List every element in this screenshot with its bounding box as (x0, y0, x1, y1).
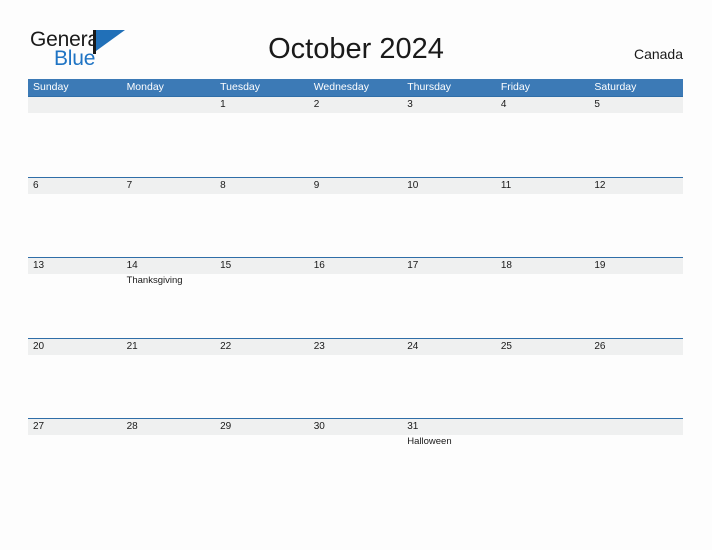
day-cell[interactable]: 5 (589, 96, 683, 177)
day-cell[interactable] (122, 96, 216, 177)
weekday-header-friday: Friday (500, 81, 530, 93)
week-row: 1 2 3 4 5 (28, 96, 683, 177)
day-number: 9 (313, 179, 320, 191)
day-cell[interactable]: 3 (402, 96, 496, 177)
weekday-header-monday: Monday (126, 81, 164, 93)
day-number: 8 (220, 179, 226, 191)
day-number: 21 (126, 340, 138, 352)
day-number: 16 (313, 260, 325, 271)
day-number: 7 (126, 179, 133, 191)
day-event: Thanksgiving (126, 275, 183, 286)
day-cell[interactable]: 21 (122, 338, 216, 419)
day-number: 5 (594, 99, 600, 110)
day-number: 26 (594, 340, 606, 352)
day-number: 25 (500, 340, 512, 352)
day-number: 14 (126, 260, 138, 271)
week-row: 13 14 Thanksgiving 15 16 17 18 19 (28, 257, 683, 338)
day-cell[interactable]: 23 (309, 338, 403, 419)
weekday-header-thursday: Thursday (407, 81, 452, 93)
day-cell[interactable] (496, 418, 590, 499)
day-cell[interactable]: 31 Halloween (402, 418, 496, 499)
day-cell[interactable] (589, 418, 683, 499)
weekday-header-wednesday: Wednesday (313, 81, 369, 93)
day-event: Halloween (407, 436, 452, 447)
day-cell[interactable]: 12 (589, 177, 683, 258)
day-number: 12 (594, 179, 606, 191)
day-cell[interactable]: 26 (589, 338, 683, 419)
day-number: 31 (407, 421, 419, 432)
weekday-header-sunday: Sunday (33, 81, 69, 93)
day-cell[interactable]: 18 (496, 257, 590, 338)
week-row: 6 7 8 9 10 11 12 (28, 176, 683, 258)
day-cell[interactable]: 25 (496, 338, 590, 419)
week-row: 27 28 29 30 31 Halloween (28, 418, 683, 499)
day-number: 24 (407, 340, 419, 352)
day-cell[interactable]: 30 (309, 418, 403, 499)
day-cell[interactable]: 15 (215, 257, 309, 338)
day-cell[interactable]: 14 Thanksgiving (122, 257, 216, 338)
day-cell[interactable]: 20 (28, 338, 122, 419)
day-number: 10 (407, 179, 419, 191)
day-cell[interactable] (28, 96, 122, 177)
day-cell[interactable]: 10 (402, 177, 496, 258)
day-number: 20 (33, 340, 45, 352)
day-cell[interactable]: 11 (496, 177, 590, 258)
day-number: 30 (313, 421, 325, 432)
day-cell[interactable]: 19 (589, 257, 683, 338)
day-number: 23 (313, 340, 325, 352)
day-cell[interactable]: 8 (215, 177, 309, 258)
page-header: General Blue October 2024 Canada (0, 0, 712, 78)
day-cell[interactable]: 6 (28, 177, 122, 258)
day-cell[interactable]: 2 (309, 96, 403, 177)
day-cell[interactable]: 17 (402, 257, 496, 338)
day-cell[interactable]: 22 (215, 338, 309, 419)
page-title: October 2024 (268, 33, 444, 65)
day-number: 6 (33, 179, 39, 191)
weekday-header-row: Sunday Monday Tuesday Wednesday Thursday… (28, 79, 683, 96)
calendar-grid: Sunday Monday Tuesday Wednesday Thursday… (28, 79, 683, 499)
day-cell[interactable]: 4 (496, 96, 590, 177)
day-number: 19 (594, 260, 606, 271)
day-number: 27 (33, 421, 45, 432)
day-number: 4 (500, 99, 507, 110)
day-number: 11 (500, 179, 512, 191)
day-cell[interactable]: 7 (122, 177, 216, 258)
day-number: 15 (220, 260, 232, 271)
day-cell[interactable]: 24 (402, 338, 496, 419)
day-cell[interactable]: 16 (309, 257, 403, 338)
weekday-header-tuesday: Tuesday (220, 81, 261, 93)
country-label: Canada (633, 46, 683, 62)
day-cell[interactable]: 28 (122, 418, 216, 499)
day-cell[interactable]: 29 (215, 418, 309, 499)
day-number: 2 (313, 99, 320, 110)
day-number: 28 (126, 421, 138, 432)
day-cell[interactable]: 1 (215, 96, 309, 177)
day-number: 18 (500, 260, 512, 271)
day-cell[interactable]: 9 (309, 177, 403, 258)
day-cell[interactable]: 27 (28, 418, 122, 499)
day-number: 1 (220, 99, 226, 110)
week-row: 20 21 22 23 24 25 26 (28, 337, 683, 419)
day-cell[interactable]: 13 (28, 257, 122, 338)
day-number: 13 (33, 260, 45, 271)
day-number: 22 (220, 340, 232, 352)
day-number: 3 (407, 99, 413, 110)
day-number: 29 (220, 421, 232, 432)
day-number: 17 (407, 260, 419, 271)
weekday-header-saturday: Saturday (594, 81, 637, 93)
